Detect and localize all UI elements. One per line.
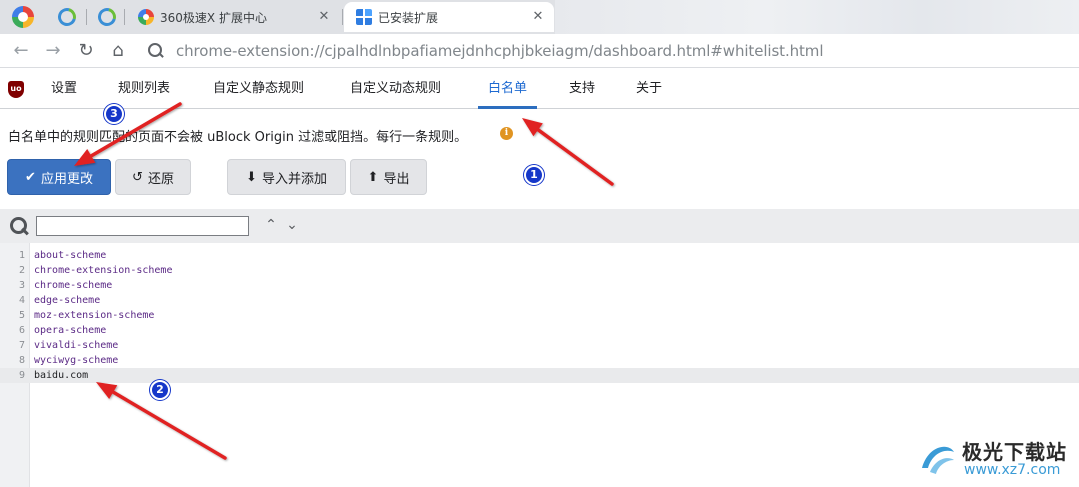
line-text[interactable]: wyciwyg-scheme — [34, 353, 118, 368]
tab-separator — [86, 9, 87, 25]
step-badge-1: 1 — [524, 165, 544, 185]
step-badge-3: 3 — [104, 104, 124, 124]
find-next-icon[interactable]: ⌄ — [284, 215, 300, 235]
import-append-label: 导入并添加 — [261, 171, 327, 187]
reload-icon[interactable]: ↻ — [75, 40, 97, 62]
browser-toolbar: ← → ↻ ⌂ chrome-extension://cjpalhdlnbpaf… — [0, 34, 1079, 68]
editor-line[interactable]: 2 chrome-extension-scheme — [0, 263, 1079, 278]
line-text[interactable]: moz-extension-scheme — [34, 308, 154, 323]
line-text[interactable]: edge-scheme — [34, 293, 100, 308]
pinned-site-icon — [94, 4, 120, 30]
tab-custom-static-filters[interactable]: 自定义静态规则 — [213, 69, 304, 109]
browser-360-favicon-icon — [138, 9, 154, 25]
line-text[interactable]: about-scheme — [34, 248, 106, 263]
whitelist-notice: 白名单中的规则匹配的页面不会被 uBlock Origin 过滤或阻挡。每行一条… — [8, 130, 468, 145]
tab-whitelist[interactable]: 白名单 — [477, 69, 538, 109]
ublock-dashboard-nav: uo 设置 规则列表 自定义静态规则 自定义动态规则 白名单 支持 关于 — [0, 69, 1079, 109]
revert-button[interactable]: ↺ 还原 — [115, 159, 191, 195]
upload-icon: ⬆ — [367, 169, 379, 185]
line-number: 1 — [18, 250, 25, 261]
line-number: 9 — [18, 370, 25, 381]
search-icon — [10, 217, 28, 235]
editor-line[interactable]: 3 chrome-scheme — [0, 278, 1079, 293]
pinned-site-icon — [54, 4, 80, 30]
export-label: 导出 — [383, 171, 410, 187]
info-icon[interactable]: i — [500, 127, 513, 140]
editor-line[interactable]: 8 wyciwyg-scheme — [0, 353, 1079, 368]
back-arrow-icon[interactable]: ← — [10, 40, 32, 62]
apply-changes-button[interactable]: ✔ 应用更改 — [7, 159, 111, 195]
editor-line[interactable]: 1 about-scheme — [0, 248, 1079, 263]
close-icon[interactable]: ✕ — [316, 9, 332, 25]
search-icon — [148, 43, 164, 59]
tab-settings[interactable]: 设置 — [51, 69, 77, 109]
watermark-logo-icon — [922, 446, 954, 474]
address-url[interactable]: chrome-extension://cjpalhdlnbpafiamejdnh… — [176, 42, 823, 60]
editor-line[interactable]: 6 opera-scheme — [0, 323, 1079, 338]
import-append-button[interactable]: ⬇ 导入并添加 — [227, 159, 346, 195]
ublock-logo-icon: uo — [8, 81, 24, 98]
browser-logo-icon[interactable] — [12, 6, 34, 28]
address-bar[interactable]: chrome-extension://cjpalhdlnbpafiamejdnh… — [140, 37, 1070, 65]
pinned-tab-1[interactable] — [48, 4, 84, 30]
apply-changes-label: 应用更改 — [40, 171, 93, 187]
tab-about[interactable]: 关于 — [636, 69, 662, 109]
find-previous-icon[interactable]: ⌃ — [263, 215, 279, 235]
editor-line[interactable]: 4 edge-scheme — [0, 293, 1079, 308]
line-text[interactable]: baidu.com — [34, 368, 88, 383]
line-number: 4 — [18, 295, 25, 306]
forward-arrow-icon[interactable]: → — [42, 40, 64, 62]
watermark-domain: www.xz7.com — [964, 462, 1061, 478]
checkmark-icon: ✔ — [25, 169, 36, 185]
line-text[interactable]: opera-scheme — [34, 323, 106, 338]
editor-search-bar: ⌃ ⌄ — [0, 209, 1079, 243]
step-badge-2: 2 — [150, 380, 170, 400]
tab-title: 360极速X 扩展中心 — [160, 10, 267, 25]
line-text[interactable]: chrome-extension-scheme — [34, 263, 172, 278]
line-number: 6 — [18, 325, 25, 336]
close-icon[interactable]: ✕ — [530, 9, 546, 25]
tab-separator — [124, 9, 125, 25]
tab-support[interactable]: 支持 — [569, 69, 595, 109]
line-number: 7 — [18, 340, 25, 351]
revert-label: 还原 — [147, 171, 174, 187]
editor-line[interactable]: 5 moz-extension-scheme — [0, 308, 1079, 323]
download-icon: ⬇ — [246, 169, 257, 185]
home-icon[interactable]: ⌂ — [107, 40, 129, 62]
watermark-site-name: 极光下载站 — [962, 440, 1067, 464]
find-input[interactable] — [36, 216, 249, 236]
tab-separator — [342, 9, 343, 25]
tab-custom-dynamic-rules[interactable]: 自定义动态规则 — [350, 69, 441, 109]
browser-tab-strip: 360极速X 扩展中心 ✕ 已安装扩展 ✕ — [0, 0, 1079, 34]
line-number: 2 — [18, 265, 25, 276]
tab-installed-extensions[interactable]: 已安装扩展 ✕ — [344, 2, 554, 32]
tab-strip-blurred-area — [555, 0, 1079, 34]
editor-line[interactable]: 7 vivaldi-scheme — [0, 338, 1079, 353]
line-number: 8 — [18, 355, 25, 366]
line-number: 3 — [18, 280, 25, 291]
tab-title: 已安装扩展 — [378, 10, 439, 25]
line-text[interactable]: chrome-scheme — [34, 278, 112, 293]
undo-icon: ↺ — [132, 169, 143, 185]
pinned-tab-2[interactable] — [88, 4, 124, 30]
line-text[interactable]: vivaldi-scheme — [34, 338, 118, 353]
export-button[interactable]: ⬆ 导出 — [350, 159, 427, 195]
line-number: 5 — [18, 310, 25, 321]
tab-extension-center[interactable]: 360极速X 扩展中心 ✕ — [126, 2, 340, 32]
tab-filter-lists[interactable]: 规则列表 — [118, 69, 170, 109]
extensions-grid-favicon-icon — [356, 9, 372, 25]
